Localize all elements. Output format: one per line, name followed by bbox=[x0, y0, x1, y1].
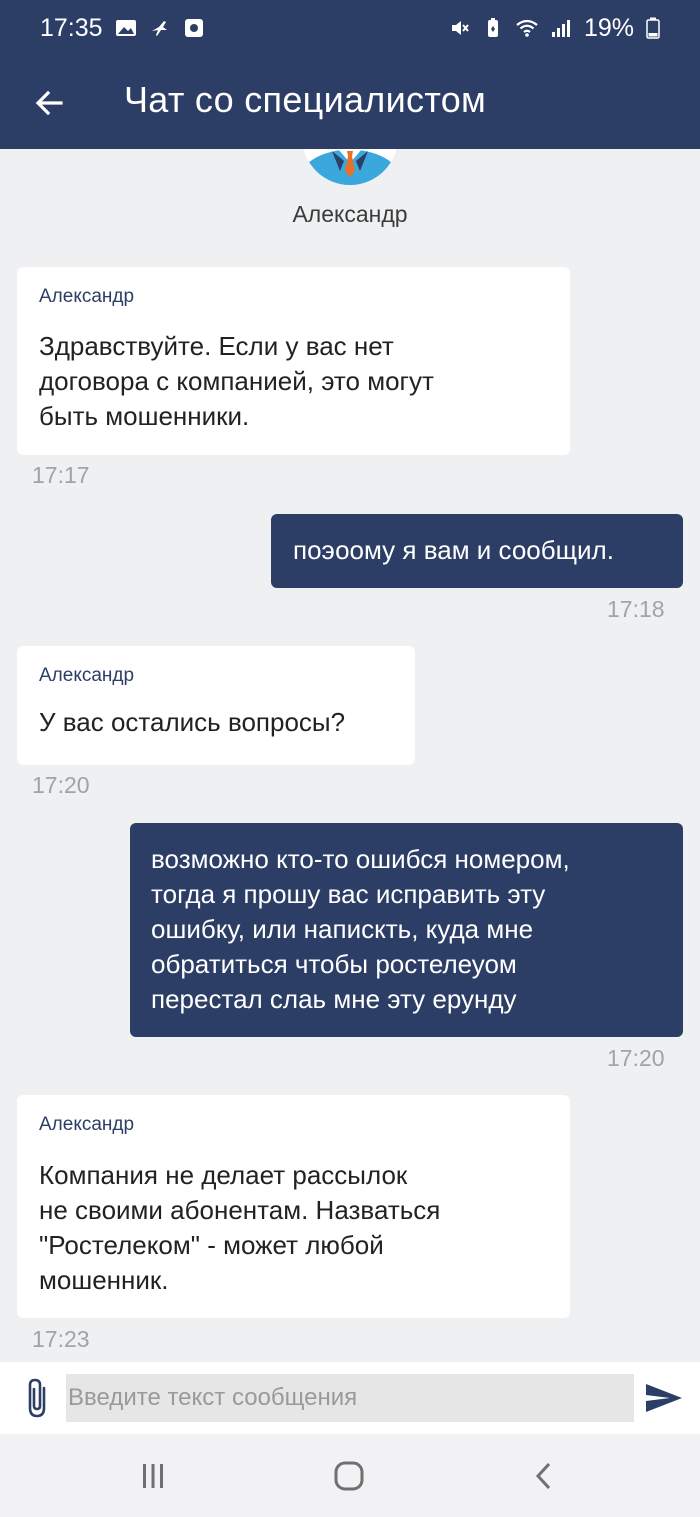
message-time: 17:17 bbox=[32, 462, 90, 488]
bird-icon bbox=[151, 21, 167, 36]
status-bar: 17:35 19% bbox=[0, 0, 700, 56]
signal-icon bbox=[551, 20, 570, 37]
battery-percent: 19% bbox=[583, 13, 634, 42]
message-time: 17:20 bbox=[607, 1045, 665, 1071]
page-title: Чат со специалистом bbox=[124, 79, 487, 120]
gallery-icon bbox=[115, 20, 136, 36]
message-time: 17:20 bbox=[32, 772, 90, 798]
mute-icon bbox=[451, 21, 469, 35]
chevron-left-icon bbox=[535, 1462, 551, 1490]
message-time: 17:23 bbox=[32, 1326, 90, 1352]
paperclip-icon bbox=[28, 1378, 46, 1418]
status-left: 17:35 bbox=[40, 14, 205, 43]
agent-name: Александр bbox=[292, 201, 408, 227]
recent-apps-button[interactable] bbox=[133, 1458, 173, 1494]
message-bubble-outgoing: поэоому я вам и сообщил. bbox=[271, 514, 683, 588]
chat-area[interactable]: Александр Александр Здравствуйте. Если у… bbox=[0, 149, 700, 1362]
message-sender: Александр bbox=[39, 286, 135, 307]
arrow-left-icon bbox=[35, 90, 63, 116]
message-text: У вас остались вопросы? bbox=[39, 707, 346, 737]
app-notification-icon bbox=[184, 19, 203, 37]
send-button[interactable] bbox=[644, 1378, 684, 1418]
status-time: 17:35 bbox=[40, 13, 103, 42]
message-text: Здравствуйте. Если у вас нет договора с … bbox=[39, 331, 434, 431]
back-nav-button[interactable] bbox=[524, 1458, 564, 1494]
wifi-icon bbox=[516, 19, 538, 37]
app-header: 17:35 19% Чат со специалистом bbox=[0, 0, 700, 149]
message-bubble-incoming: Александр Компания не делает рассылок не… bbox=[17, 1095, 570, 1318]
battery-saver-icon bbox=[487, 18, 498, 37]
message-time: 17:18 bbox=[607, 596, 665, 622]
message-text: возможно кто-то ошибся номером, тогда я … bbox=[151, 844, 570, 1014]
agent-avatar bbox=[302, 149, 398, 185]
attach-button[interactable] bbox=[20, 1376, 56, 1420]
message-composer bbox=[0, 1362, 700, 1434]
send-icon bbox=[646, 1384, 682, 1412]
message-bubble-incoming: Александр Здравствуйте. Если у вас нет д… bbox=[17, 267, 570, 455]
message-input[interactable] bbox=[66, 1374, 634, 1422]
system-navigation-bar bbox=[0, 1434, 700, 1517]
avatar-illustration-icon bbox=[303, 149, 397, 185]
recent-apps-icon bbox=[143, 1464, 163, 1488]
message-bubble-incoming: Александр У вас остались вопросы? bbox=[17, 646, 415, 765]
home-icon bbox=[334, 1461, 364, 1491]
status-right: 19% bbox=[448, 14, 660, 43]
battery-icon bbox=[646, 17, 660, 39]
home-button[interactable] bbox=[329, 1458, 369, 1494]
message-text: Компания не делает рассылок не своими аб… bbox=[39, 1160, 441, 1295]
toolbar: Чат со специалистом bbox=[0, 56, 700, 149]
message-sender: Александр bbox=[39, 665, 135, 686]
message-sender: Александр bbox=[39, 1114, 135, 1135]
back-button[interactable] bbox=[24, 78, 74, 128]
message-text: поэоому я вам и сообщил. bbox=[293, 535, 614, 565]
message-bubble-outgoing: возможно кто-то ошибся номером, тогда я … bbox=[130, 823, 683, 1037]
